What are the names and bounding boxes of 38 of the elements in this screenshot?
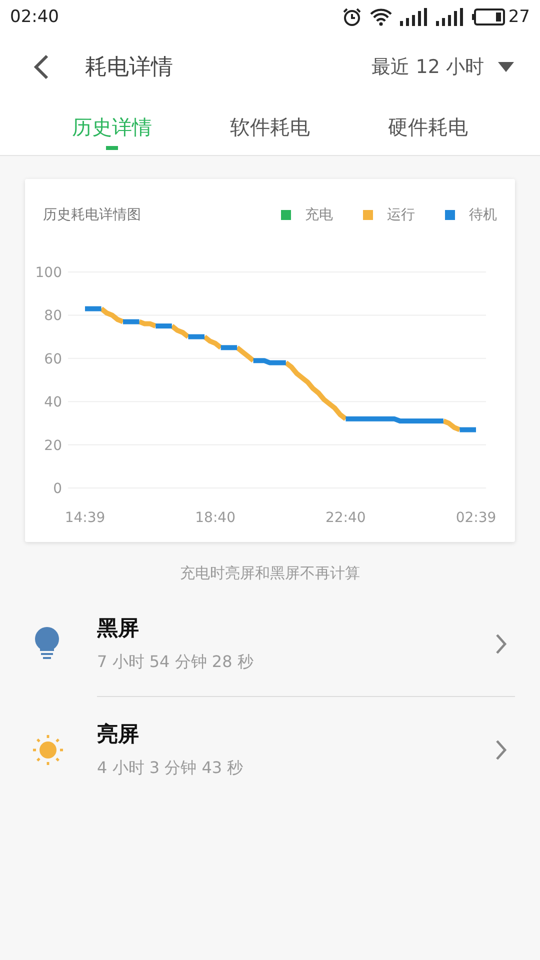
y-tick-label: 0 [53,481,62,497]
list-item[interactable]: 黑屏 7 小时 54 分钟 28 秒 [0,591,540,696]
y-tick-label: 40 [44,394,62,411]
item-title: 亮屏 [97,721,140,748]
status-time: 02:40 [10,6,59,26]
range-dropdown[interactable]: 最近 12 小时 [372,54,514,80]
y-tick-label: 60 [44,351,62,368]
battery-percent: 27 [508,6,530,26]
x-tick-label: 22:40 [325,510,366,526]
legend-label: 待机 [469,206,497,224]
note-text: 充电时亮屏和黑屏不再计算 [179,564,361,583]
signal-icon [436,8,464,26]
chart-title: 历史耗电详情图 [43,206,141,224]
bulb-icon [33,626,61,660]
legend-label: 充电 [305,206,333,224]
y-tick-label: 20 [44,438,62,454]
y-tick-label: 100 [35,265,62,281]
x-tick-label: 18:40 [195,510,236,526]
item-duration: 4 小时 3 分钟 43 秒 [97,758,244,779]
chevron-icon [495,632,507,654]
legend-label: 运行 [387,206,415,224]
list-item[interactable]: 亮屏 4 小时 3 分钟 43 秒 [0,697,540,802]
wifi-icon [370,8,392,26]
caret-icon [498,62,514,72]
page-title: 耗电详情 [85,54,174,82]
item-duration: 7 小时 54 分钟 28 秒 [97,652,254,673]
x-tick-label: 14:39 [64,510,106,526]
battery-icon [472,8,506,26]
chevron-icon [495,738,507,760]
item-title: 黑屏 [97,615,140,642]
sun-icon [33,734,63,764]
back-icon [33,54,49,80]
x-tick-label: 02:39 [456,510,496,526]
alarm-icon [342,6,362,26]
tab[interactable]: 软件耗电 [191,100,349,155]
tab[interactable]: 硬件耗电 [349,100,507,155]
signal-icon [400,8,428,26]
y-tick-label: 80 [44,308,62,324]
